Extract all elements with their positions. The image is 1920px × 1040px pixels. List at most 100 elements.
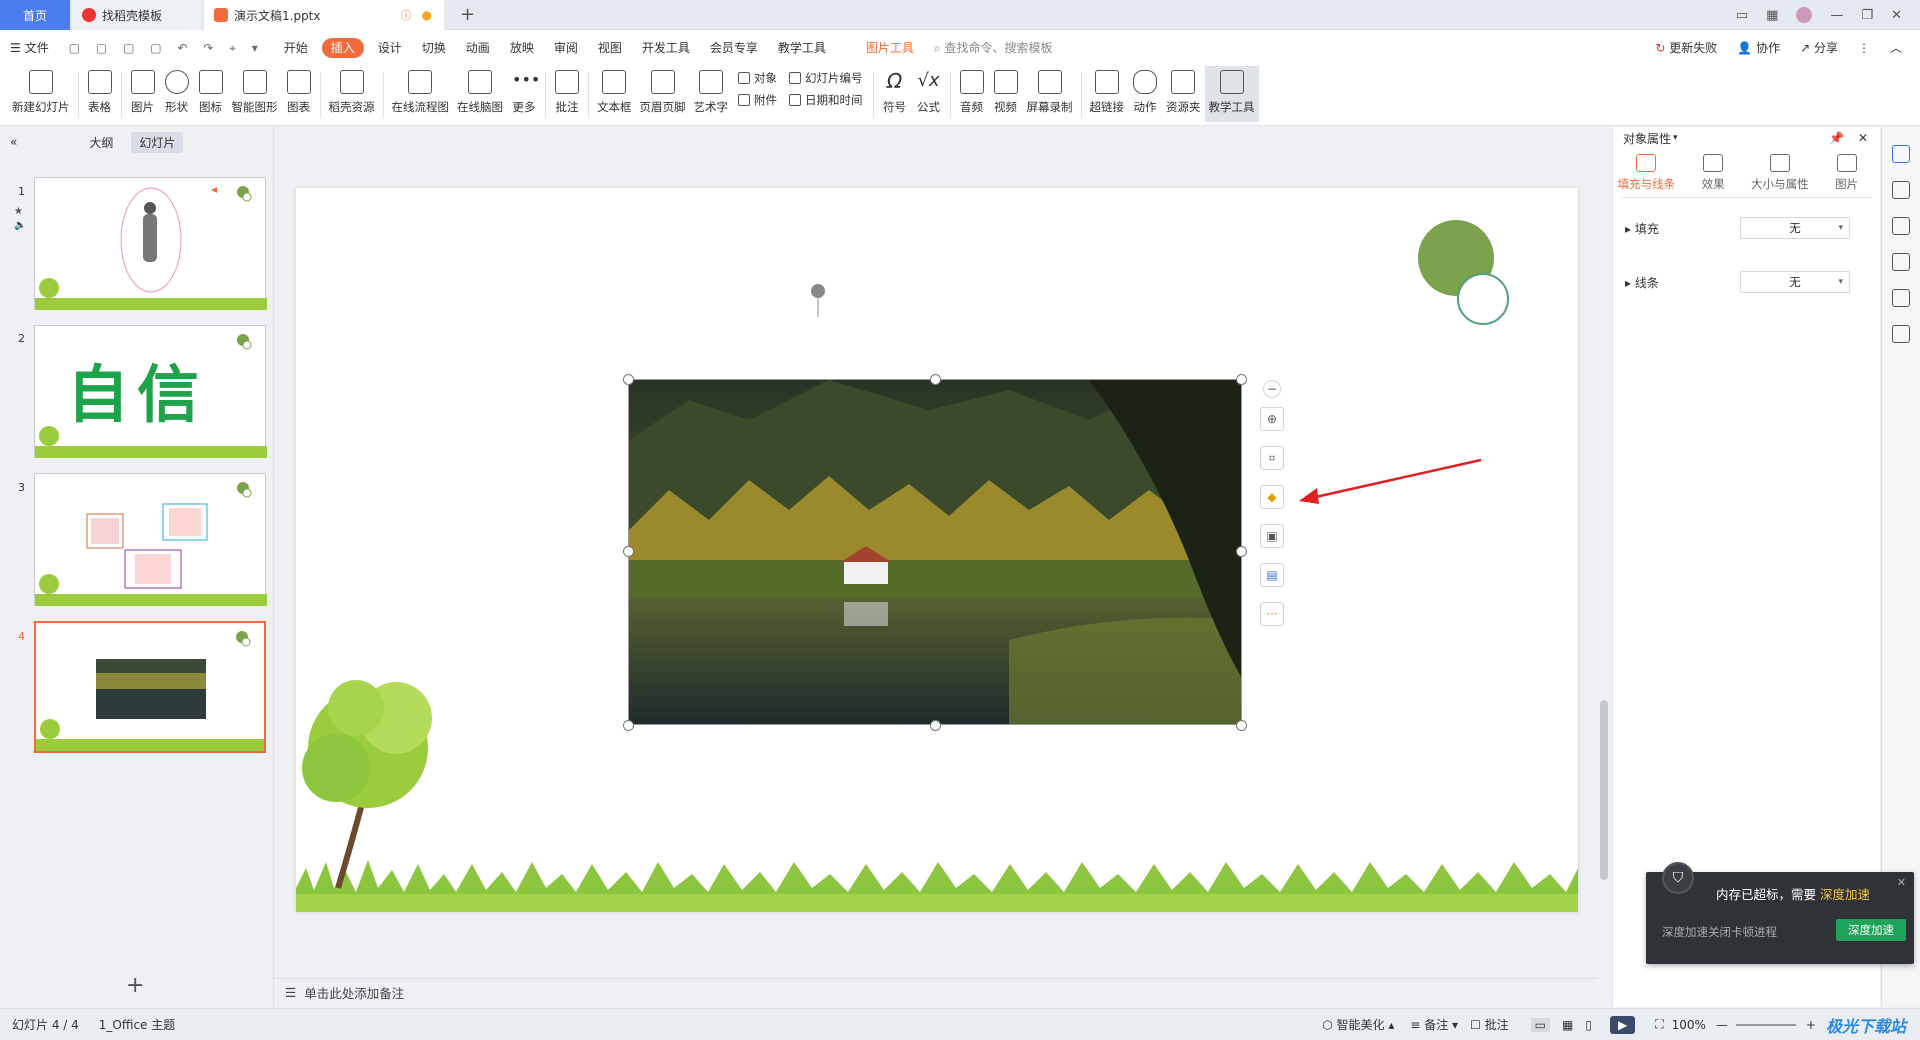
slide-switch-sidebar-icon[interactable] [1892, 217, 1910, 235]
menu-member[interactable]: 会员专享 [700, 30, 768, 66]
layout-icon[interactable]: ▭ [1736, 8, 1748, 23]
close-icon[interactable]: ✕ [1891, 8, 1902, 23]
restore-icon[interactable]: ❐ [1861, 8, 1873, 23]
picture-sidebar-icon[interactable] [1892, 253, 1910, 271]
slide-thumbnail-1[interactable] [34, 177, 267, 310]
hyperlink-button[interactable]: 超链接 [1086, 66, 1129, 122]
menu-start[interactable]: 开始 [274, 30, 318, 66]
attach-button[interactable]: 附件 [738, 92, 777, 108]
resource-folder-button[interactable]: 资源夹 [1162, 66, 1205, 122]
more-options-icon[interactable]: ··· [1260, 602, 1284, 626]
teaching-tools-button[interactable]: 教学工具 [1204, 66, 1259, 122]
tab-slides[interactable]: 幻灯片 [131, 131, 184, 153]
resize-handle[interactable] [930, 374, 941, 385]
datetime-button[interactable]: 日期和时间 [789, 92, 863, 108]
table-button[interactable]: 表格 [83, 66, 117, 122]
wordart-button[interactable]: 艺术字 [690, 66, 733, 122]
fill-expander[interactable]: ▸ 填充 [1625, 220, 1659, 237]
menu-file[interactable]: 文件 [23, 30, 59, 66]
notes-bar[interactable]: ☰ 单击此处添加备注 [275, 978, 1597, 1006]
pane-title[interactable]: 对象属性 [1623, 130, 1671, 147]
comment-button[interactable]: 批注 [550, 66, 584, 122]
sorter-view-icon[interactable]: ▦ [1562, 1018, 1573, 1032]
add-slide-button[interactable]: + [126, 973, 144, 998]
new-slide-button[interactable]: 新建幻灯片 [8, 66, 74, 122]
slide-canvas[interactable]: − ⊕ ⌗ ◆ ▣ ▤ ··· [296, 188, 1578, 912]
textbox-button[interactable]: 文本框 [593, 66, 636, 122]
tab-home[interactable]: 首页 [0, 0, 70, 30]
menu-insert[interactable]: 插入 [321, 38, 364, 58]
book-sidebar-icon[interactable] [1892, 325, 1910, 343]
toast-close-icon[interactable]: ✕ [1897, 876, 1906, 889]
more-menu-icon[interactable]: ⋮ [1848, 30, 1880, 66]
resize-handle[interactable] [930, 720, 941, 731]
dropdown-arrow-icon[interactable]: ▾ [1673, 133, 1678, 143]
smart-beautify-icon[interactable]: ◆ [1260, 485, 1284, 509]
avatar[interactable] [1796, 7, 1813, 23]
quick-access-toolbar[interactable]: ▢ ▢ ▢ ▢ ↶ ↷ ⌖ ▾ [59, 30, 274, 66]
slide-thumbnail-3[interactable] [34, 473, 267, 606]
menu-view[interactable]: 视图 [588, 30, 632, 66]
more-button[interactable]: ••• 更多 [507, 66, 541, 122]
menu-review[interactable]: 审阅 [544, 30, 588, 66]
tab-effects[interactable]: 效果 [1680, 149, 1747, 197]
chart-button[interactable]: 图表 [282, 66, 316, 122]
notes-toggle-button[interactable]: ≡ 备注 ▾ [1410, 1016, 1458, 1033]
shape-button[interactable]: 形状 [160, 66, 194, 122]
action-button[interactable]: 动作 [1128, 66, 1162, 122]
online-mindmap-button[interactable]: 在线脑图 [453, 66, 507, 122]
fill-select[interactable]: 无 [1740, 217, 1850, 239]
scroll-thumb[interactable] [1600, 700, 1608, 880]
menu-animation[interactable]: 动画 [456, 30, 500, 66]
canvas-scrollbar[interactable] [1600, 140, 1608, 960]
header-footer-button[interactable]: 页眉页脚 [636, 66, 690, 122]
docer-resource-button[interactable]: 稻壳资源 [325, 66, 379, 122]
formula-button[interactable]: √x 公式 [912, 66, 946, 122]
tab-picture[interactable]: 图片 [1813, 149, 1880, 197]
resize-handle[interactable] [1236, 546, 1247, 557]
menu-developer[interactable]: 开发工具 [632, 30, 700, 66]
minimize-icon[interactable]: — [1830, 8, 1843, 23]
properties-sidebar-icon[interactable] [1892, 145, 1910, 163]
line-select[interactable]: 无 [1740, 271, 1850, 293]
backup-sidebar-icon[interactable] [1892, 289, 1910, 307]
smart-beautify-button[interactable]: ⬡ 智能美化 ▴ [1322, 1016, 1394, 1033]
smart-shape-button[interactable]: 智能图形 [228, 66, 282, 122]
menu-picture-tools[interactable]: 图片工具 [856, 30, 924, 66]
audio-button[interactable]: 音频 [955, 66, 989, 122]
zoom-out-icon[interactable]: — [1716, 1018, 1728, 1032]
toast-accelerate-button[interactable]: 深度加速 [1836, 919, 1906, 941]
zoom-level[interactable]: 100% [1672, 1018, 1706, 1032]
picture-to-text-icon[interactable]: ▣ [1260, 524, 1284, 548]
new-tab-button[interactable]: + [460, 4, 475, 25]
collab-button[interactable]: 👤 协作 [1727, 30, 1790, 66]
online-flowchart-button[interactable]: 在线流程图 [388, 66, 454, 122]
zoom-in-icon[interactable]: + [1806, 1018, 1816, 1032]
menu-teaching[interactable]: 教学工具 [768, 30, 836, 66]
selected-picture[interactable] [628, 379, 1242, 725]
icon-button[interactable]: 图标 [194, 66, 228, 122]
resize-handle[interactable] [623, 720, 634, 731]
pin-icon[interactable]: 📌 [1829, 131, 1844, 145]
tab-document[interactable]: 演示文稿1.pptx ⓘ ● [204, 0, 444, 30]
screen-record-button[interactable]: 屏幕录制 [1023, 66, 1077, 122]
tab-template[interactable]: 找稻壳模板 [72, 0, 202, 30]
search-command[interactable]: ⌕ 查找命令、搜索模板 [924, 30, 1063, 66]
collapse-pane-icon[interactable]: « [10, 135, 17, 149]
resize-handle[interactable] [1236, 374, 1247, 385]
symbol-button[interactable]: Ω 符号 [878, 66, 912, 122]
comments-toggle-button[interactable]: ☐ 批注 [1470, 1016, 1509, 1033]
update-failed-button[interactable]: ↻ 更新失败 [1645, 30, 1727, 66]
normal-view-icon[interactable]: ▭ [1530, 1017, 1551, 1032]
reading-view-icon[interactable]: ▯ [1585, 1018, 1592, 1032]
close-pane-icon[interactable]: ✕ [1858, 131, 1868, 145]
theme-name[interactable]: 1_Office 主题 [99, 1016, 175, 1033]
zoom-slider[interactable] [1735, 1023, 1796, 1026]
resize-handle[interactable] [1236, 720, 1247, 731]
collapse-ribbon-icon[interactable]: ︿ [1880, 30, 1920, 66]
picture-button[interactable]: 图片 [126, 66, 160, 122]
apps-grid-icon[interactable]: ▦ [1766, 8, 1778, 23]
tab-outline[interactable]: 大纲 [81, 132, 121, 153]
resize-handle[interactable] [623, 374, 634, 385]
slide-thumbnail-2[interactable]: 自信 [34, 325, 267, 458]
